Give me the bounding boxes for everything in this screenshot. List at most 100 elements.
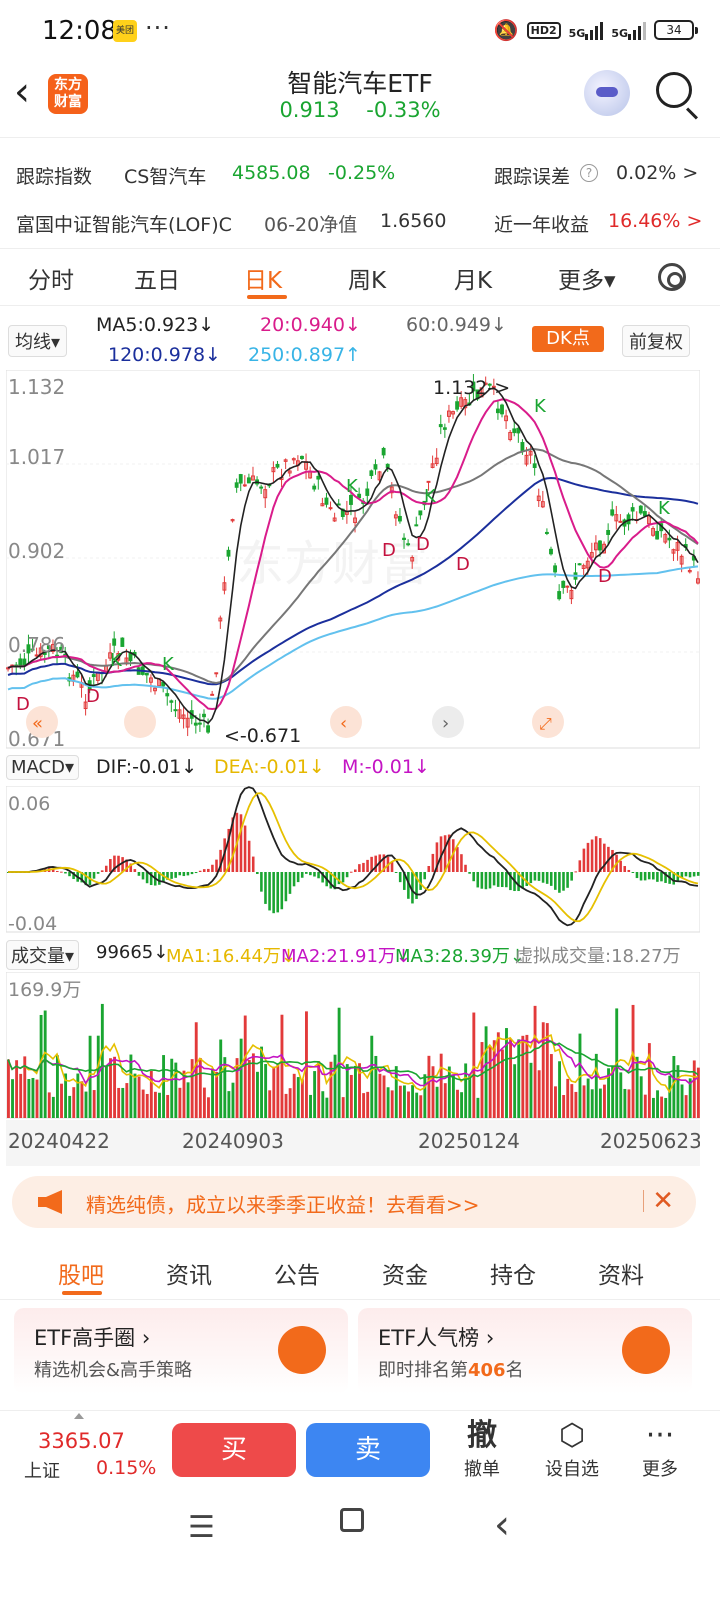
- macd-bar: [366, 859, 369, 872]
- macd-bar: [431, 853, 435, 872]
- tab-more[interactable]: 更多▾: [558, 261, 616, 295]
- macd-bar: [566, 872, 569, 888]
- macd-bar: [525, 872, 529, 886]
- index-pct: 0.15%: [96, 1457, 157, 1479]
- macd-bar: [104, 865, 108, 872]
- macd-bar: [109, 859, 112, 872]
- candle-body: [598, 540, 602, 551]
- volume-chart[interactable]: 169.9万 20240422 20240903 20250124 202506…: [6, 972, 700, 1168]
- macd-bar: [460, 854, 463, 872]
- volume-bar: [521, 1035, 525, 1118]
- candle-body: [610, 509, 615, 516]
- home-icon[interactable]: [340, 1508, 364, 1532]
- volume-bar: [300, 1079, 304, 1118]
- tab-monthly-k[interactable]: 月K: [454, 261, 492, 295]
- date-label: 20240903: [182, 1129, 284, 1153]
- promo-banner[interactable]: 精选纯债，成立以来季季正收益！去看看>> ✕: [12, 1176, 696, 1228]
- macd-bar: [464, 864, 467, 872]
- macd-selector[interactable]: MACD▾: [6, 755, 79, 780]
- close-icon[interactable]: ✕: [652, 1186, 674, 1216]
- volume-bar: [178, 1087, 182, 1118]
- macd-bar: [423, 872, 426, 880]
- volume-bar: [402, 1085, 406, 1118]
- volume-bar: [43, 1010, 47, 1118]
- tab-forum[interactable]: 股吧: [58, 1256, 104, 1290]
- tracking-index-row[interactable]: 跟踪指数 CS智汽车 4585.08 -0.25% 跟踪误差 ? 0.02% >: [0, 152, 720, 196]
- kline-chart[interactable]: 东方财富 1.132 1.017 0.902 0.786 0.671 1.132…: [6, 370, 700, 750]
- volume-bar: [133, 1073, 137, 1118]
- volume-bar: [566, 1078, 570, 1118]
- buy-button[interactable]: 买: [172, 1423, 296, 1477]
- macd-dif: DIF:-0.01↓: [96, 756, 198, 778]
- macd-chart[interactable]: 0.06 -0.04: [6, 786, 700, 934]
- step-back-icon[interactable]: [124, 706, 156, 738]
- macd-bar: [215, 859, 218, 872]
- index-value[interactable]: 3365.07: [38, 1429, 125, 1453]
- volume-bar: [84, 1091, 88, 1118]
- volume-bar: [419, 1095, 423, 1118]
- macd-bar: [443, 835, 447, 872]
- candle-body: [561, 580, 566, 588]
- return-label: 近一年收益: [494, 214, 590, 236]
- macd-bar: [598, 838, 602, 872]
- tab-news[interactable]: 资讯: [166, 1256, 212, 1290]
- gear-icon[interactable]: [658, 263, 686, 291]
- sell-button[interactable]: 卖: [306, 1423, 430, 1477]
- max-label: 1.132->: [433, 377, 510, 399]
- candle-body: [606, 529, 611, 535]
- macd-bar: [239, 814, 243, 872]
- back-icon[interactable]: ‹: [494, 1502, 510, 1548]
- candle-body: [549, 548, 553, 555]
- return-value[interactable]: 16.46% >: [608, 210, 702, 232]
- macd-bar: [178, 872, 182, 876]
- macd-bar: [496, 872, 500, 887]
- cancel-order-button[interactable]: 撤 撤单: [442, 1419, 522, 1481]
- more-button[interactable]: ··· 更多: [620, 1419, 700, 1481]
- adjust-selector[interactable]: 前复权: [622, 325, 690, 357]
- volume-bar: [313, 1071, 317, 1118]
- macd-bar: [341, 872, 345, 883]
- volume-bar: [411, 1085, 415, 1118]
- volume-bar: [109, 1058, 112, 1118]
- macd-bar: [284, 872, 288, 902]
- tracking-index-value: 4585.08: [232, 162, 311, 184]
- volume-bar: [443, 1083, 447, 1118]
- signal-2-icon: 5G: [611, 20, 646, 40]
- tab-announcements[interactable]: 公告: [274, 1256, 320, 1290]
- macd-bar: [349, 871, 353, 873]
- expand-icon[interactable]: [74, 1413, 84, 1419]
- etf-expert-circle-card[interactable]: ETF高手圈 › 精选机会&高手策略: [14, 1308, 348, 1394]
- search-icon[interactable]: [656, 72, 692, 108]
- tab-weekly-k[interactable]: 周K: [348, 261, 386, 295]
- tab-funds[interactable]: 资金: [382, 1256, 428, 1290]
- fund-row[interactable]: 富国中证智能汽车(LOF)C 06-20净值 1.6560 近一年收益 16.4…: [0, 200, 720, 244]
- volume-bar: [288, 1088, 292, 1118]
- help-icon[interactable]: ?: [580, 164, 598, 182]
- volume-bar: [570, 1084, 574, 1118]
- etf-popularity-card[interactable]: ETF人气榜 › 即时排名第406名: [358, 1308, 692, 1394]
- candle-body: [22, 658, 27, 666]
- assistant-robot-icon[interactable]: [584, 70, 630, 116]
- rewind-glyph: «: [32, 713, 43, 734]
- tab-intraday[interactable]: 分时: [28, 261, 74, 295]
- volume-bar: [431, 1066, 435, 1118]
- marker-k: K: [110, 650, 123, 671]
- volume-bar: [296, 1077, 300, 1118]
- volume-bar: [558, 1061, 561, 1118]
- tracking-error-value[interactable]: 0.02% >: [616, 162, 698, 184]
- tab-profile[interactable]: 资料: [598, 1256, 644, 1290]
- candle-body: [402, 537, 406, 540]
- macd-bar: [521, 872, 524, 889]
- candle-body: [169, 700, 174, 703]
- add-watchlist-button[interactable]: ⬡ 设自选: [532, 1419, 612, 1481]
- macd-bar: [456, 847, 459, 872]
- dk-point-button[interactable]: DK点: [532, 326, 604, 352]
- tab-holdings[interactable]: 持仓: [490, 1256, 536, 1290]
- volume-bar: [202, 1087, 206, 1118]
- macd-bar: [660, 872, 663, 882]
- ma-selector[interactable]: 均线▾: [8, 325, 68, 357]
- tab-daily-k[interactable]: 日K: [244, 261, 282, 295]
- menu-icon[interactable]: ☰: [188, 1510, 215, 1545]
- volume-selector[interactable]: 成交量▾: [6, 940, 80, 970]
- tab-five-day[interactable]: 五日: [134, 261, 180, 295]
